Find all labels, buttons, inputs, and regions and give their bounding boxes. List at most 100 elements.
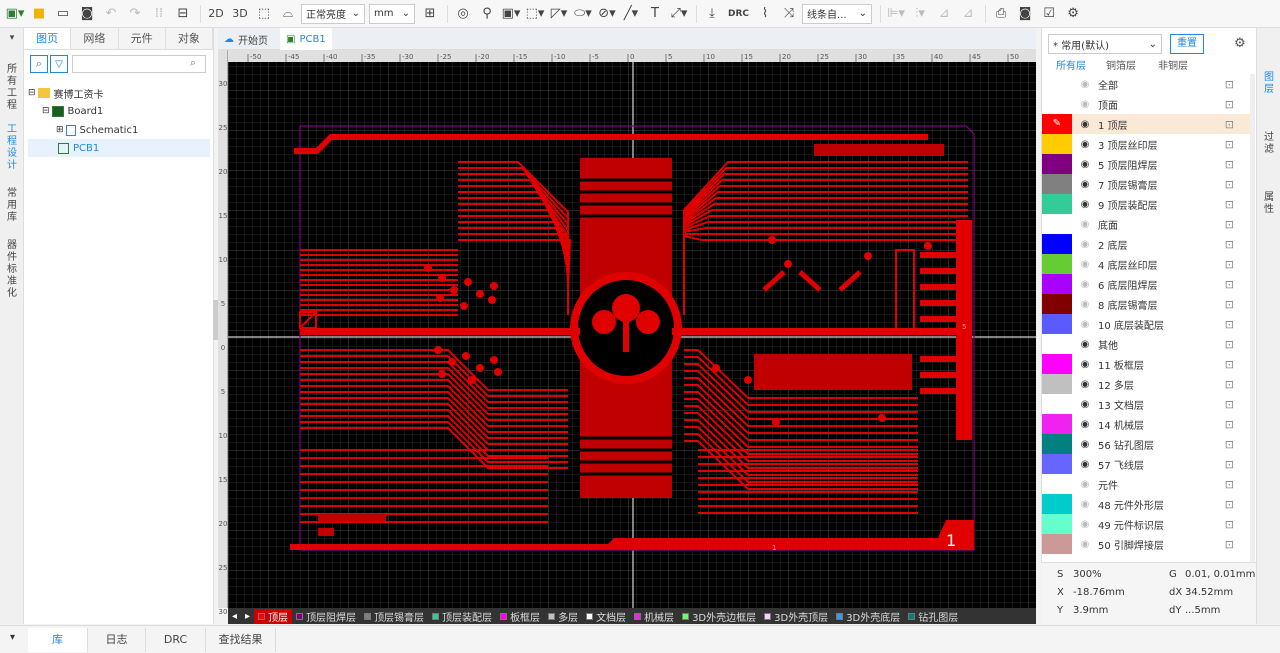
layer-preset-select[interactable]: * 常用(默认) ⌄: [1048, 34, 1162, 54]
layer-row[interactable]: ◉ 3 顶层丝印层 ⊡: [1042, 134, 1252, 154]
eye-icon[interactable]: ◉: [1078, 439, 1092, 450]
side-tab-common-library[interactable]: 常用库: [4, 188, 20, 224]
pin-icon[interactable]: ▾: [4, 32, 20, 44]
eye-icon[interactable]: ◉: [1078, 519, 1092, 530]
layer-row[interactable]: ◉ 48 元件外形层 ⊡: [1042, 494, 1252, 514]
eye-icon[interactable]: ◉: [1078, 139, 1092, 150]
view-3d-button[interactable]: 3D: [229, 3, 251, 25]
grid-icon[interactable]: ⊞: [419, 3, 441, 25]
layer-color-swatch[interactable]: [1042, 274, 1072, 294]
lock-icon[interactable]: ⊡: [1225, 138, 1234, 151]
layer-bar-item[interactable]: 顶层装配层: [428, 609, 496, 624]
layer-color-swatch[interactable]: [1042, 494, 1072, 514]
eye-icon[interactable]: ◉: [1078, 179, 1092, 190]
eye-icon[interactable]: ◉: [1078, 219, 1092, 230]
layer-bar-item[interactable]: 3D外壳顶层: [760, 609, 832, 624]
layer-color-swatch[interactable]: [1042, 254, 1072, 274]
layer-row[interactable]: ◉ 6 底层阻焊层 ⊡: [1042, 274, 1252, 294]
side-tab-component-standard[interactable]: 器件标准化: [4, 240, 20, 300]
collapse-icon[interactable]: ⊟: [42, 106, 50, 116]
pcb-canvas[interactable]: 5 1 1 -50 -45 -40 -35 -30 -25 -20 -15 -10 -5 0 5 10 1…: [228, 50, 1036, 608]
search-icon[interactable]: ⌕: [30, 55, 48, 73]
layer-color-swatch[interactable]: [1042, 154, 1072, 174]
layer-settings-icon[interactable]: ⚙: [1234, 36, 1246, 51]
layer-bar-item[interactable]: 3D外壳底层: [832, 609, 904, 624]
layer-bar-item[interactable]: 3D外壳边框层: [678, 609, 760, 624]
layer-row[interactable]: ◉ 11 板框层 ⊡: [1042, 354, 1252, 374]
lock-icon[interactable]: ⊡: [1225, 418, 1234, 431]
eye-icon[interactable]: ◉: [1078, 159, 1092, 170]
lock-icon[interactable]: ⊡: [1225, 338, 1234, 351]
flip-horizontal-icon[interactable]: ⊿: [933, 3, 955, 25]
eye-icon[interactable]: ◉: [1078, 399, 1092, 410]
filter-tab-non-copper-layers[interactable]: 非铜层: [1158, 57, 1188, 72]
tab-pages[interactable]: 图页: [24, 28, 72, 49]
import-icon[interactable]: ⤓: [701, 3, 723, 25]
layer-row[interactable]: ◉ 2 底层 ⊡: [1042, 234, 1252, 254]
layer-color-swatch[interactable]: [1042, 534, 1072, 554]
lock-icon[interactable]: ⊡: [1225, 278, 1234, 291]
zoom-fit-icon[interactable]: ⊟: [172, 3, 194, 25]
collapse-icon[interactable]: ⊟: [28, 88, 36, 98]
save-icon[interactable]: ▭: [52, 3, 74, 25]
doc-tab-start[interactable]: ☁ 开始页: [218, 28, 274, 50]
layer-bar-item[interactable]: 顶层锡膏层: [360, 609, 428, 624]
layer-row[interactable]: ◉ 4 底层丝印层 ⊡: [1042, 254, 1252, 274]
layer-color-swatch[interactable]: [1042, 314, 1072, 334]
zoom-area-icon[interactable]: ⬚: [253, 3, 275, 25]
side-tab-layers[interactable]: 图层: [1261, 72, 1277, 96]
layer-flip-icon[interactable]: ⌓: [277, 3, 299, 25]
reset-button[interactable]: 重置: [1170, 34, 1204, 54]
layer-group-row[interactable]: ◉ 元件 ⊡: [1042, 474, 1252, 494]
tab-log[interactable]: 日志: [88, 628, 146, 652]
lock-icon[interactable]: ⊡: [1225, 478, 1234, 491]
layer-color-swatch[interactable]: [1042, 294, 1072, 314]
eye-icon[interactable]: ◉: [1078, 339, 1092, 350]
filter-tab-copper-layers[interactable]: 铜箔层: [1106, 57, 1136, 72]
layer-color-swatch[interactable]: [1042, 354, 1072, 374]
lock-icon[interactable]: ⊡: [1225, 298, 1234, 311]
lock-icon[interactable]: ⊡: [1225, 78, 1234, 91]
lock-icon[interactable]: ⊡: [1225, 238, 1234, 251]
layer-bar-prev-icon[interactable]: ◂: [228, 611, 241, 622]
eye-icon[interactable]: ◉: [1078, 539, 1092, 550]
tab-objects[interactable]: 对象: [166, 28, 213, 49]
layer-row[interactable]: ◉ 7 顶层锡膏层 ⊡: [1042, 174, 1252, 194]
layer-color-swatch[interactable]: [1042, 454, 1072, 474]
layer-bar-item[interactable]: 顶层阻焊层: [292, 609, 360, 624]
flip-vertical-icon[interactable]: ⊿: [957, 3, 979, 25]
eye-icon[interactable]: ◉: [1078, 99, 1092, 110]
layer-row[interactable]: ✎ ◉ 1 顶层 ⊡: [1042, 114, 1252, 134]
eye-icon[interactable]: ◉: [1078, 119, 1092, 130]
lock-icon[interactable]: ⊡: [1225, 538, 1234, 551]
tab-library[interactable]: 库: [28, 628, 88, 652]
layer-row[interactable]: ◉ 5 顶层阻焊层 ⊡: [1042, 154, 1252, 174]
layer-color-swatch[interactable]: [1042, 514, 1072, 534]
tree-item-project[interactable]: ⊟ 赛博工资卡: [28, 84, 104, 102]
layer-group-row[interactable]: ◉ 底面 ⊡: [1042, 214, 1252, 234]
text-icon[interactable]: T: [644, 3, 666, 25]
lock-icon[interactable]: ⊡: [1225, 258, 1234, 271]
layer-group-row[interactable]: ◉ 顶面 ⊡: [1042, 94, 1252, 114]
differential-route-icon[interactable]: ⤨: [778, 3, 800, 25]
eye-icon[interactable]: ◉: [1078, 299, 1092, 310]
app-menu-icon[interactable]: ▣▾: [4, 3, 26, 25]
lock-icon[interactable]: ⊡: [1225, 518, 1234, 531]
line-mode-select[interactable]: 线条自... ⌄: [802, 3, 873, 24]
layer-row[interactable]: ◉ 13 文档层 ⊡: [1042, 394, 1252, 414]
pcb-drawing[interactable]: 5 1 1 -50 -45 -40 -35 -30 -25 -20 -15 -10 -5 0 5 10 1…: [228, 50, 1036, 608]
lock-icon[interactable]: ⊡: [1225, 98, 1234, 111]
layer-row[interactable]: ◉ 14 机械层 ⊡: [1042, 414, 1252, 434]
layer-row[interactable]: ◉ 56 钻孔图层 ⊡: [1042, 434, 1252, 454]
layer-bar-item[interactable]: 机械层: [630, 609, 678, 624]
layer-color-swatch[interactable]: [1042, 474, 1072, 494]
ellipse-icon[interactable]: ⬭▾: [572, 3, 594, 25]
export-icon[interactable]: ⎙: [990, 3, 1012, 25]
distribute-icon[interactable]: ⫶▾: [909, 3, 931, 25]
lock-icon[interactable]: ⊡: [1225, 498, 1234, 511]
layer-list-scrollbar[interactable]: [1250, 74, 1255, 562]
filter-icon[interactable]: ▽: [50, 55, 68, 73]
eye-icon[interactable]: ◉: [1078, 279, 1092, 290]
eye-icon[interactable]: ◉: [1078, 459, 1092, 470]
side-tab-project-design[interactable]: 工程设计: [4, 124, 20, 172]
